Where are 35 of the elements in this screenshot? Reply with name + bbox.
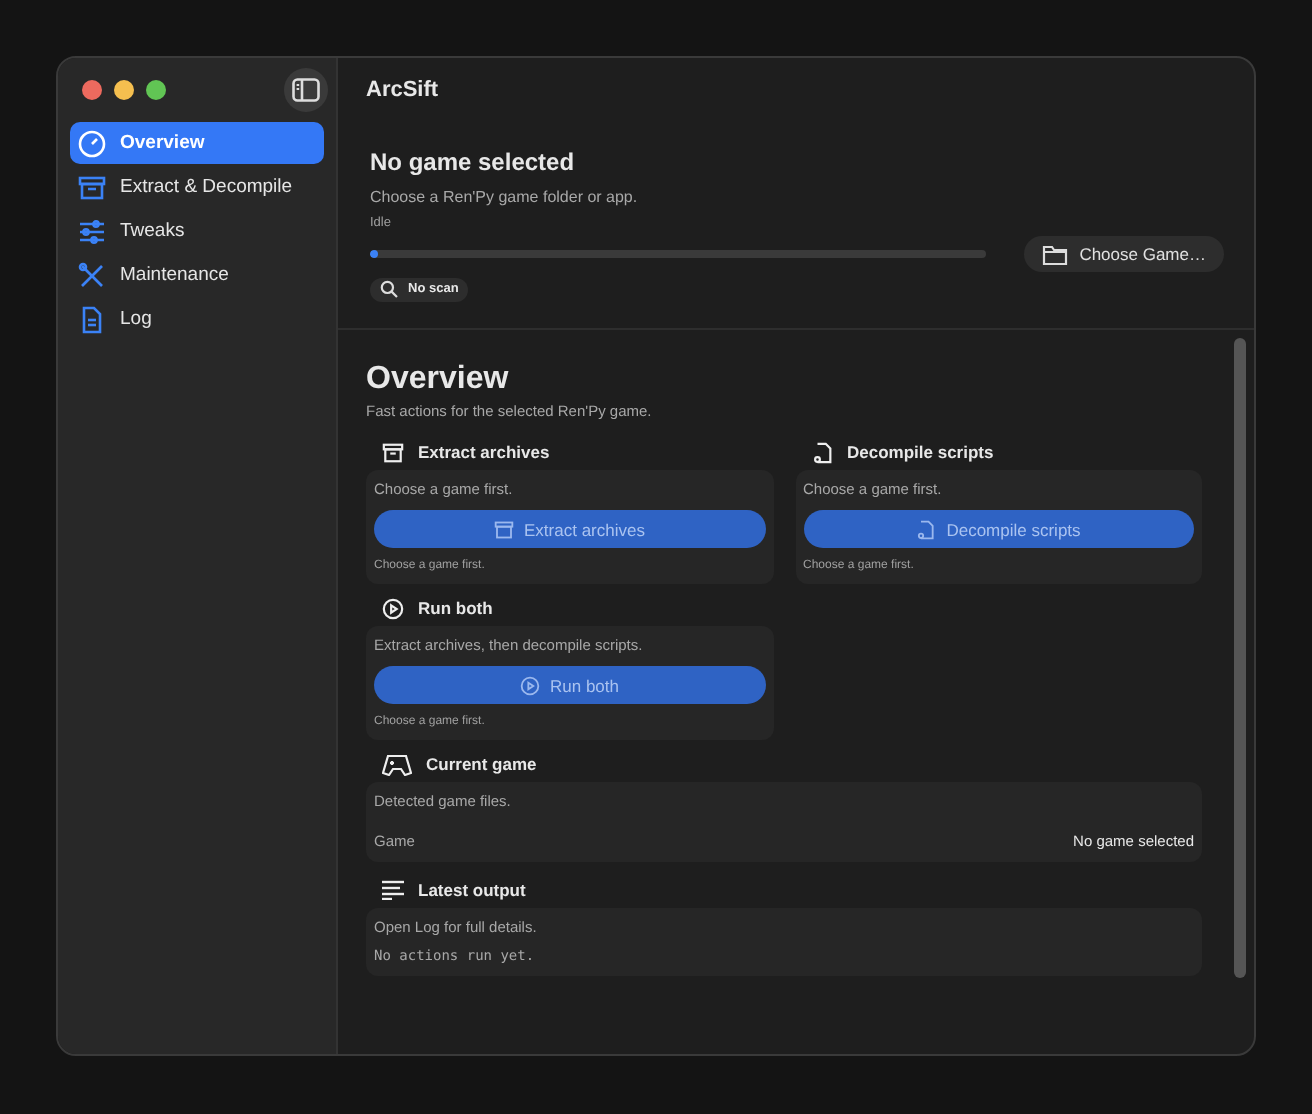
folder-icon [1041,243,1068,265]
document-icon [78,305,106,333]
section-title: Extract archives [418,442,550,462]
archive-icon [78,173,106,201]
minimize-button[interactable] [114,80,134,100]
text-lines-icon [382,880,404,900]
choose-game-button[interactable]: Choose Game… [1023,236,1224,272]
section-title: Current game [426,754,537,774]
search-icon [380,280,398,298]
sidebar-item[interactable]: Tweaks [70,210,324,252]
document-icon [811,441,833,463]
game-subtitle: Choose a Ren'Py game folder or app. [370,188,640,206]
page-title: Overview [366,362,511,398]
game-title: No game selected [370,148,577,176]
document-icon [916,519,937,539]
sliders-icon [78,217,106,245]
zoom-button[interactable] [146,80,166,100]
close-button[interactable] [82,80,102,100]
sidebar-item[interactable]: Overview [70,122,324,164]
section-title: Decompile scripts [847,442,994,462]
play-icon [520,675,540,695]
sidebar-icon [292,78,320,102]
section-title: Latest output [418,880,526,900]
gauge-icon [78,129,106,157]
archive-icon [494,519,515,539]
sidebar-item[interactable]: Log [70,298,324,340]
scrollbar[interactable] [1234,338,1246,978]
sidebar-item[interactable]: Maintenance [70,254,324,296]
window-title: ArcSift [366,78,439,102]
sidebar-toggle-button[interactable] [284,68,328,112]
gamepad-icon [382,753,412,775]
archive-icon [382,441,404,463]
section-title: Run both [418,598,493,618]
play-icon [382,597,404,619]
sidebar-item[interactable]: Extract & Decompile [70,166,324,208]
